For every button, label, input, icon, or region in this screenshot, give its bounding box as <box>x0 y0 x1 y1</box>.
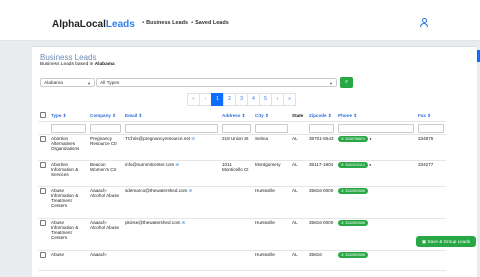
table-header: Type ⇕ Company ⇕ Email ⇕ Address ⇕ City … <box>38 110 446 122</box>
email-icon: ✉ <box>181 220 186 225</box>
leads-card: Business Leads Business Leads based in A… <box>32 46 477 277</box>
col-state: State <box>290 110 307 122</box>
call-button[interactable]: ✆ 3342800066 <box>338 252 369 258</box>
save-group-leads-button[interactable]: ▣ Save & Group Leads <box>416 236 476 247</box>
type-select[interactable]: All Types ▼ <box>96 78 337 87</box>
filter-email-input[interactable] <box>125 123 218 133</box>
col-phone[interactable]: Phone ⇕ <box>336 110 416 122</box>
call-button[interactable]: ✆ 3342800066 <box>338 220 369 226</box>
col-city[interactable]: City ⇕ <box>253 110 290 122</box>
email-icon: ✉ <box>175 162 179 167</box>
filter-row <box>38 121 446 135</box>
leads-table: Type ⇕ Company ⇕ Email ⇕ Address ⇕ City … <box>38 110 446 271</box>
state-select[interactable]: Alabama ▼ <box>40 78 95 87</box>
search-button[interactable]: ⌕ <box>340 77 353 88</box>
row-checkbox[interactable] <box>40 162 46 168</box>
col-email[interactable]: Email ⇕ <box>123 110 220 122</box>
bookmark-icon: ▪ <box>191 20 194 26</box>
filter-city-input[interactable] <box>255 123 288 133</box>
filter-zipcode-input[interactable] <box>309 123 334 133</box>
top-navbar: AlphaLocalLeads ▪ Business Leads ▪ Saved L… <box>0 0 480 41</box>
pagination: « ‹ 1 2 3 4 5 › » <box>187 93 296 106</box>
filter-address-input[interactable] <box>222 123 251 133</box>
chevron-down-icon: ▼ <box>87 81 91 86</box>
nav-business-leads[interactable]: ▪ Business Leads <box>142 20 188 26</box>
table-row: Abuse Information & Treatment Centers Aa… <box>38 186 446 219</box>
logo[interactable]: AlphaLocalLeads <box>52 19 135 31</box>
table-row: Abuse Aaaach- Huntsville AL 35816 ✆ 3342… <box>38 250 446 271</box>
filter-phone-input[interactable] <box>338 123 414 133</box>
logo-text: AlphaLocal <box>52 19 106 30</box>
filter-fax-input[interactable] <box>418 123 444 133</box>
row-checkbox[interactable] <box>40 188 46 194</box>
table-row: Abuse Information & Treatment Centers Aa… <box>38 218 446 251</box>
phone-icon: ● <box>369 136 372 141</box>
nav-saved-leads[interactable]: ▪ Saved Leads <box>191 20 229 26</box>
col-type[interactable]: Type ⇕ <box>49 110 88 122</box>
chevron-down-icon: ▼ <box>329 81 333 86</box>
email-icon: ✉ <box>191 136 195 141</box>
filter-company-input[interactable] <box>90 123 121 133</box>
logo-text-accent: Leads <box>105 19 135 30</box>
call-button[interactable]: ✆ 3342410114 <box>338 162 368 168</box>
page-last[interactable]: » <box>283 93 296 106</box>
email-icon: ✉ <box>188 188 193 193</box>
search-icon: ⌕ <box>344 79 349 85</box>
page-title: Business Leads <box>40 53 97 62</box>
col-zipcode[interactable]: Zipcode ⇕ <box>307 110 336 122</box>
select-all-checkbox[interactable] <box>40 112 46 118</box>
row-checkbox[interactable] <box>40 220 46 226</box>
table-row: Abortion Alternatives Organizations Preg… <box>38 134 446 161</box>
building-icon: ▪ <box>142 20 145 26</box>
call-button[interactable]: ✆ 3348758874 <box>338 136 369 142</box>
save-icon: ▣ <box>421 239 427 244</box>
col-fax[interactable]: Fax ⇕ <box>416 110 446 122</box>
col-company[interactable]: Company ⇕ <box>88 110 123 122</box>
call-button[interactable]: ✆ 3342800066 <box>338 188 369 194</box>
phone-icon: ● <box>369 162 372 167</box>
page-subtitle: Business Leads based in Alabama <box>40 62 115 67</box>
col-address[interactable]: Address ⇕ <box>220 110 253 122</box>
table-row: Abortion Information & Services Beacon W… <box>38 160 446 187</box>
filter-type-input[interactable] <box>51 123 86 133</box>
row-checkbox[interactable] <box>40 252 46 258</box>
row-checkbox[interactable] <box>40 136 46 142</box>
user-icon[interactable] <box>420 18 428 27</box>
